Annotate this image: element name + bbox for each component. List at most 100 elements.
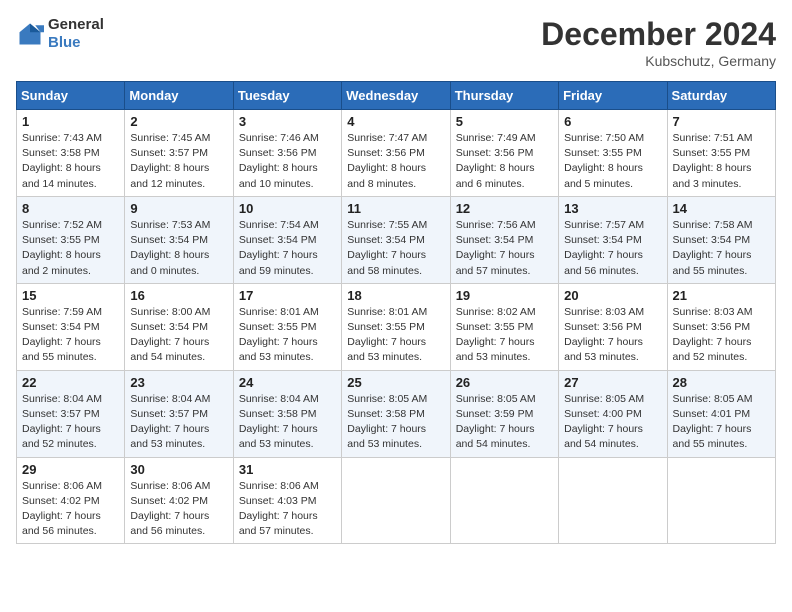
day-number: 22 [22,375,119,390]
logo-text: General Blue [48,16,104,52]
calendar-cell: 3 Sunrise: 7:46 AMSunset: 3:56 PMDaylight… [233,110,341,197]
cell-info: Sunrise: 8:04 AMSunset: 3:57 PMDaylight:… [22,392,119,453]
cell-info: Sunrise: 8:05 AMSunset: 3:59 PMDaylight:… [456,392,553,453]
calendar-cell: 13Sunrise: 7:57 AMSunset: 3:54 PMDayligh… [559,196,667,283]
cell-info: Sunrise: 8:04 AMSunset: 3:57 PMDaylight:… [130,392,227,453]
calendar-cell: 7Sunrise: 7:51 AMSunset: 3:55 PMDaylight… [667,110,775,197]
day-number: 14 [673,201,770,216]
cell-info: Sunrise: 8:01 AMSunset: 3:55 PMDaylight:… [347,305,444,366]
calendar-cell: 2 Sunrise: 7:45 AMSunset: 3:57 PMDaylight… [125,110,233,197]
calendar-cell: 4Sunrise: 7:47 AMSunset: 3:56 PMDaylight… [342,110,450,197]
cell-info: Sunrise: 7:45 AMSunset: 3:57 PMDaylight:… [130,131,227,192]
title-block: December 2024 Kubschutz, Germany [541,16,776,69]
cell-info: Sunrise: 7:58 AMSunset: 3:54 PMDaylight:… [673,218,770,279]
cell-info: Sunrise: 8:01 AMSunset: 3:55 PMDaylight:… [239,305,336,366]
day-number: 6 [564,114,661,129]
cell-info: Sunrise: 7:59 AMSunset: 3:54 PMDaylight:… [22,305,119,366]
calendar-cell: 8 Sunrise: 7:52 AMSunset: 3:55 PMDaylight… [17,196,125,283]
logo-icon [16,20,44,48]
location: Kubschutz, Germany [541,53,776,69]
calendar-cell: 11 Sunrise: 7:55 AMSunset: 3:54 PMDayligh… [342,196,450,283]
calendar-header-row: SundayMondayTuesdayWednesdayThursdayFrid… [17,82,776,110]
calendar-cell: 1Sunrise: 7:43 AMSunset: 3:58 PMDaylight… [17,110,125,197]
cell-info: Sunrise: 8:05 AMSunset: 3:58 PMDaylight:… [347,392,444,453]
calendar-cell: 9 Sunrise: 7:53 AMSunset: 3:54 PMDaylight… [125,196,233,283]
cell-info: Sunrise: 8:00 AMSunset: 3:54 PMDaylight:… [130,305,227,366]
cell-info: Sunrise: 7:52 AMSunset: 3:55 PMDaylight:… [22,218,119,279]
calendar-cell: 22 Sunrise: 8:04 AMSunset: 3:57 PMDayligh… [17,370,125,457]
calendar-cell: 26 Sunrise: 8:05 AMSunset: 3:59 PMDayligh… [450,370,558,457]
calendar-cell: 16 Sunrise: 8:00 AMSunset: 3:54 PMDayligh… [125,283,233,370]
header-monday: Monday [125,82,233,110]
calendar-cell: 20 Sunrise: 8:03 AMSunset: 3:56 PMDayligh… [559,283,667,370]
calendar-cell: 25 Sunrise: 8:05 AMSunset: 3:58 PMDayligh… [342,370,450,457]
day-number: 23 [130,375,227,390]
cell-info: Sunrise: 7:55 AMSunset: 3:54 PMDaylight:… [347,218,444,279]
calendar-cell: 6 Sunrise: 7:50 AMSunset: 3:55 PMDaylight… [559,110,667,197]
month-title: December 2024 [541,16,776,53]
cell-info: Sunrise: 7:43 AMSunset: 3:58 PMDaylight:… [22,131,119,192]
day-number: 30 [130,462,227,477]
cell-info: Sunrise: 8:05 AMSunset: 4:01 PMDaylight:… [673,392,770,453]
calendar-cell [450,457,558,544]
week-row-2: 8 Sunrise: 7:52 AMSunset: 3:55 PMDaylight… [17,196,776,283]
calendar-cell: 30 Sunrise: 8:06 AMSunset: 4:02 PMDayligh… [125,457,233,544]
cell-info: Sunrise: 7:47 AMSunset: 3:56 PMDaylight:… [347,131,444,192]
cell-info: Sunrise: 8:03 AMSunset: 3:56 PMDaylight:… [673,305,770,366]
day-number: 21 [673,288,770,303]
calendar-cell: 21 Sunrise: 8:03 AMSunset: 3:56 PMDayligh… [667,283,775,370]
day-number: 9 [130,201,227,216]
week-row-4: 22 Sunrise: 8:04 AMSunset: 3:57 PMDayligh… [17,370,776,457]
cell-info: Sunrise: 7:49 AMSunset: 3:56 PMDaylight:… [456,131,553,192]
day-number: 31 [239,462,336,477]
day-number: 28 [673,375,770,390]
day-number: 15 [22,288,119,303]
cell-info: Sunrise: 7:50 AMSunset: 3:55 PMDaylight:… [564,131,661,192]
day-number: 16 [130,288,227,303]
cell-info: Sunrise: 8:06 AMSunset: 4:02 PMDaylight:… [130,479,227,540]
cell-info: Sunrise: 7:54 AMSunset: 3:54 PMDaylight:… [239,218,336,279]
header-sunday: Sunday [17,82,125,110]
day-number: 19 [456,288,553,303]
cell-info: Sunrise: 8:04 AMSunset: 3:58 PMDaylight:… [239,392,336,453]
cell-info: Sunrise: 8:02 AMSunset: 3:55 PMDaylight:… [456,305,553,366]
header-friday: Friday [559,82,667,110]
day-number: 18 [347,288,444,303]
day-number: 11 [347,201,444,216]
header-saturday: Saturday [667,82,775,110]
calendar-cell: 27Sunrise: 8:05 AMSunset: 4:00 PMDayligh… [559,370,667,457]
day-number: 10 [239,201,336,216]
page-header: General Blue December 2024 Kubschutz, Ge… [16,16,776,69]
day-number: 13 [564,201,661,216]
day-number: 26 [456,375,553,390]
calendar-cell: 10 Sunrise: 7:54 AMSunset: 3:54 PMDayligh… [233,196,341,283]
day-number: 12 [456,201,553,216]
calendar-cell: 15 Sunrise: 7:59 AMSunset: 3:54 PMDayligh… [17,283,125,370]
calendar-cell: 31 Sunrise: 8:06 AMSunset: 4:03 PMDayligh… [233,457,341,544]
day-number: 20 [564,288,661,303]
calendar-cell: 14 Sunrise: 7:58 AMSunset: 3:54 PMDayligh… [667,196,775,283]
cell-info: Sunrise: 7:46 AMSunset: 3:56 PMDaylight:… [239,131,336,192]
week-row-5: 29Sunrise: 8:06 AMSunset: 4:02 PMDayligh… [17,457,776,544]
cell-info: Sunrise: 8:03 AMSunset: 3:56 PMDaylight:… [564,305,661,366]
day-number: 3 [239,114,336,129]
day-number: 5 [456,114,553,129]
header-wednesday: Wednesday [342,82,450,110]
cell-info: Sunrise: 7:51 AMSunset: 3:55 PMDaylight:… [673,131,770,192]
calendar-cell [342,457,450,544]
cell-info: Sunrise: 7:53 AMSunset: 3:54 PMDaylight:… [130,218,227,279]
day-number: 2 [130,114,227,129]
calendar-cell: 29Sunrise: 8:06 AMSunset: 4:02 PMDayligh… [17,457,125,544]
calendar-cell: 23 Sunrise: 8:04 AMSunset: 3:57 PMDayligh… [125,370,233,457]
header-tuesday: Tuesday [233,82,341,110]
calendar-cell: 28 Sunrise: 8:05 AMSunset: 4:01 PMDayligh… [667,370,775,457]
day-number: 8 [22,201,119,216]
cell-info: Sunrise: 8:06 AMSunset: 4:02 PMDaylight:… [22,479,119,540]
week-row-1: 1Sunrise: 7:43 AMSunset: 3:58 PMDaylight… [17,110,776,197]
day-number: 25 [347,375,444,390]
cell-info: Sunrise: 7:56 AMSunset: 3:54 PMDaylight:… [456,218,553,279]
cell-info: Sunrise: 8:06 AMSunset: 4:03 PMDaylight:… [239,479,336,540]
header-thursday: Thursday [450,82,558,110]
calendar-cell [667,457,775,544]
calendar-cell: 18 Sunrise: 8:01 AMSunset: 3:55 PMDayligh… [342,283,450,370]
